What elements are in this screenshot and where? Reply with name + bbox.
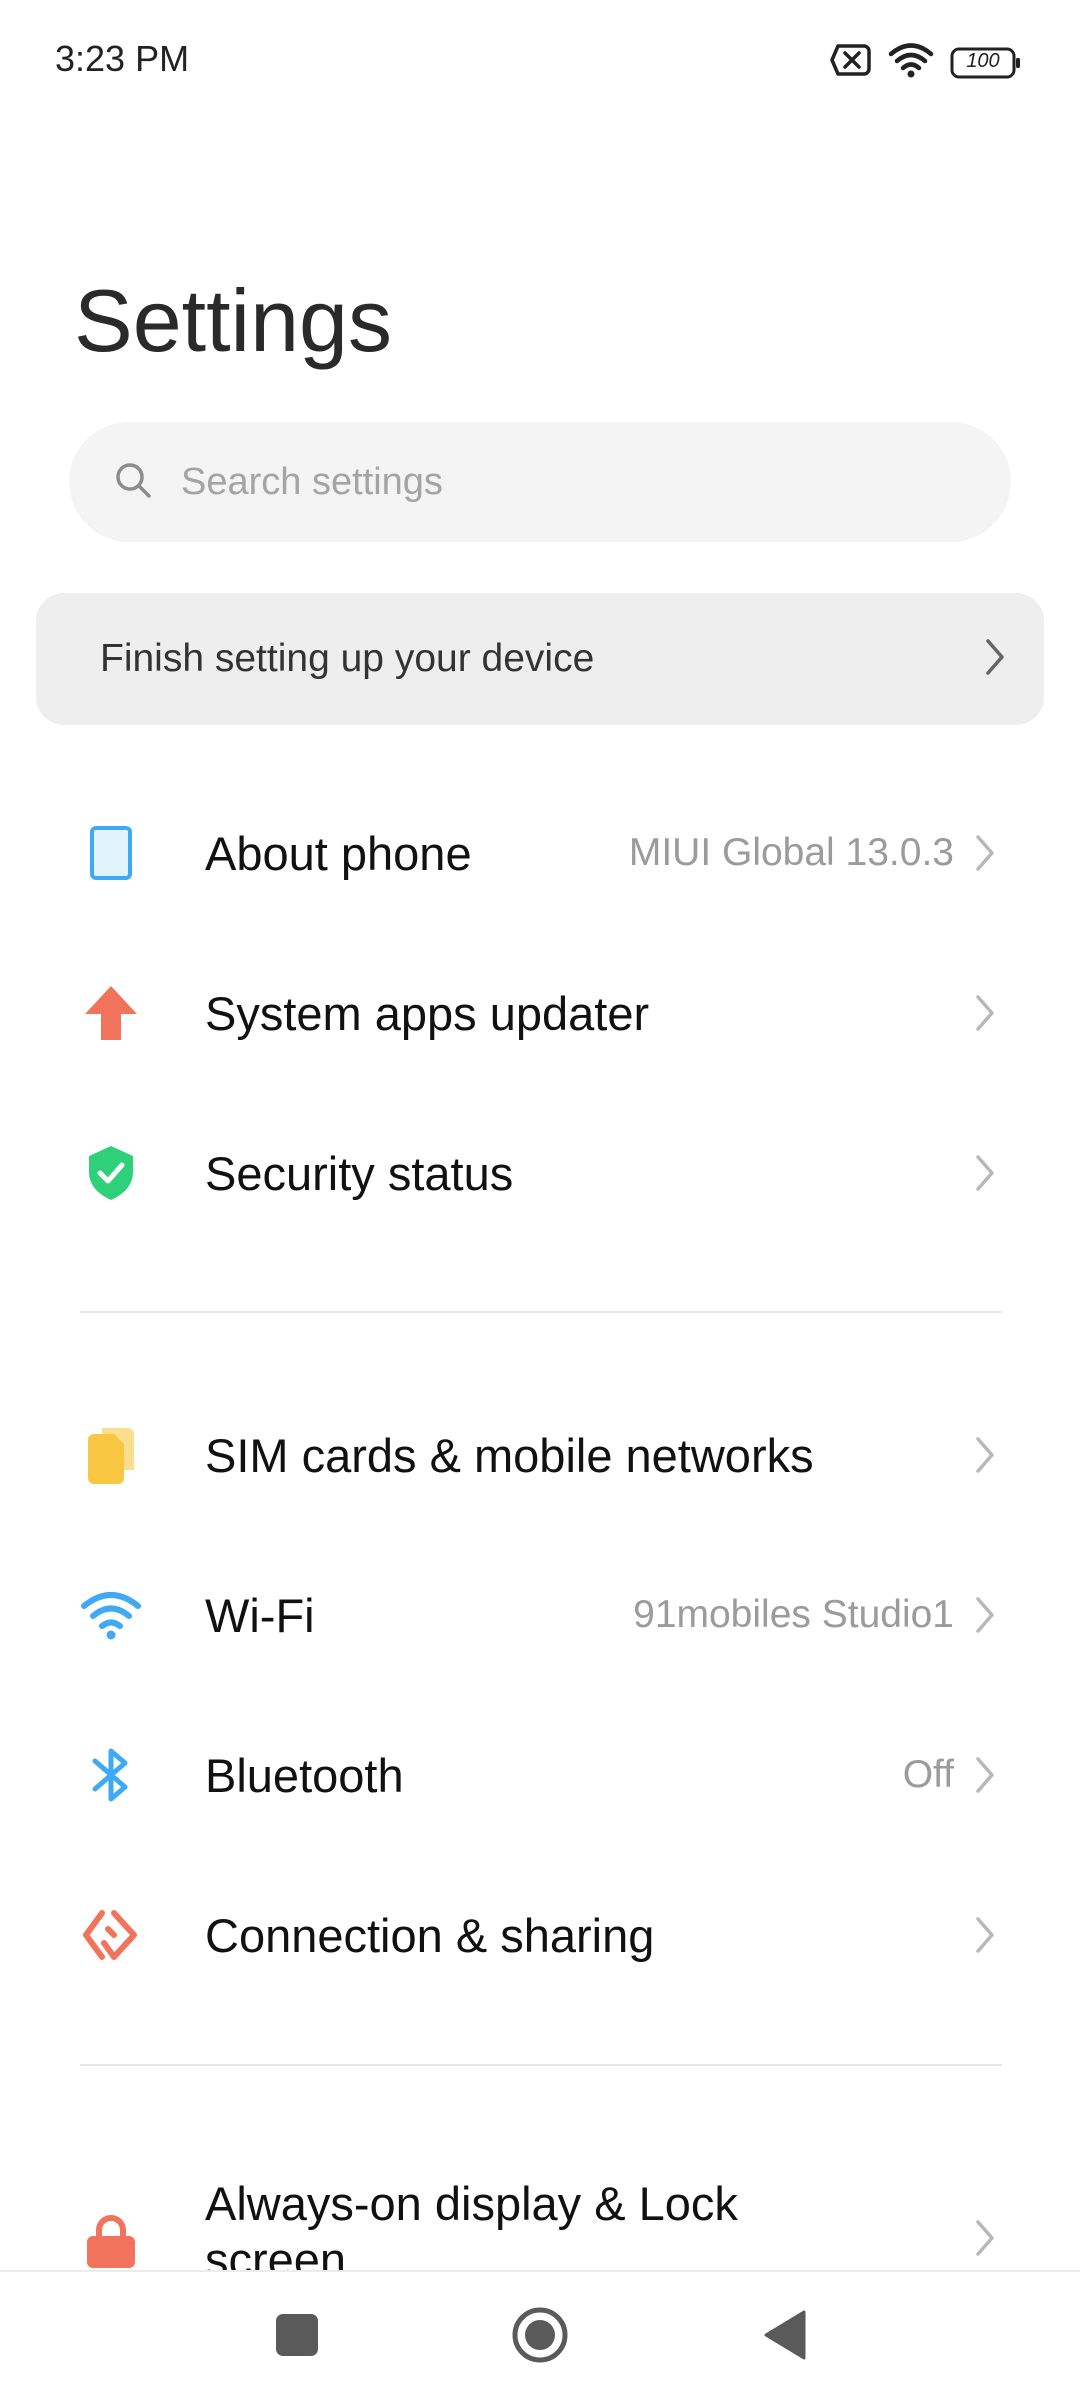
chevron-right-icon [980, 635, 1010, 684]
settings-item-always-on-display[interactable]: Always-on display & Lock screen [0, 2140, 1080, 2270]
square-icon [274, 2312, 320, 2363]
page-title: Settings [74, 271, 392, 370]
bluetooth-icon [78, 1742, 144, 1808]
chevron-right-icon [968, 1591, 1002, 1639]
shield-check-icon [78, 1140, 144, 1206]
settings-item-value: 91mobiles Studio1 [633, 1593, 954, 1636]
chevron-right-icon [968, 2214, 1002, 2262]
settings-item-label: System apps updater [205, 986, 650, 1040]
search-bar[interactable] [69, 422, 1011, 542]
settings-item-label: About phone [205, 826, 472, 880]
battery-level: 100 [966, 49, 1000, 72]
chevron-right-icon [968, 1751, 1002, 1799]
settings-item-label: Bluetooth [205, 1748, 404, 1802]
status-icons: 100 [830, 42, 1022, 83]
connection-sharing-icon [78, 1902, 144, 1968]
settings-item-label: Wi-Fi [205, 1588, 315, 1642]
settings-item-label: Always-on display & Lock screen [205, 2177, 738, 2270]
lock-icon [78, 2208, 144, 2270]
settings-item-connection-sharing[interactable]: Connection & sharing [0, 1860, 1080, 2010]
recents-button[interactable] [262, 2302, 332, 2372]
sim-card-icon [78, 1422, 144, 1488]
status-bar: 3:23 PM 100 [0, 0, 1080, 120]
settings-item-label: Security status [205, 1146, 514, 1200]
chevron-right-icon [968, 829, 1002, 877]
settings-item-wifi[interactable]: Wi-Fi 91mobiles Studio1 [0, 1540, 1080, 1690]
navigation-bar [0, 2270, 1080, 2402]
battery-icon: 100 [950, 46, 1022, 80]
settings-item-label: SIM cards & mobile networks [205, 1428, 814, 1482]
arrow-up-icon [78, 980, 144, 1046]
settings-item-security-status[interactable]: Security status [0, 1098, 1080, 1248]
search-icon [113, 460, 153, 505]
settings-item-label: Connection & sharing [205, 1908, 655, 1962]
wifi-signal-icon [888, 42, 934, 83]
finish-setup-card[interactable]: Finish setting up your device [36, 593, 1044, 725]
no-sim-icon [830, 43, 872, 82]
back-button[interactable] [750, 2302, 820, 2372]
circle-icon [510, 2305, 570, 2370]
status-time: 3:23 PM [55, 38, 190, 79]
search-input[interactable] [179, 459, 983, 505]
triangle-back-icon [762, 2309, 808, 2366]
chevron-right-icon [968, 1149, 1002, 1197]
finish-setup-label: Finish setting up your device [100, 637, 595, 680]
settings-item-value: Off [902, 1753, 954, 1796]
chevron-right-icon [968, 989, 1002, 1037]
home-button[interactable] [505, 2302, 575, 2372]
settings-item-bluetooth[interactable]: Bluetooth Off [0, 1700, 1080, 1850]
chevron-right-icon [968, 1911, 1002, 1959]
chevron-right-icon [968, 1431, 1002, 1479]
settings-item-about-phone[interactable]: About phone MIUI Global 13.0.3 [0, 778, 1080, 928]
phone-icon [78, 820, 144, 886]
settings-item-value: MIUI Global 13.0.3 [628, 831, 954, 874]
settings-item-sim-cards[interactable]: SIM cards & mobile networks [0, 1380, 1080, 1530]
section-divider [80, 1311, 1002, 1313]
wifi-icon [78, 1582, 144, 1648]
section-divider [80, 2064, 1002, 2066]
settings-item-system-apps-updater[interactable]: System apps updater [0, 938, 1080, 1088]
